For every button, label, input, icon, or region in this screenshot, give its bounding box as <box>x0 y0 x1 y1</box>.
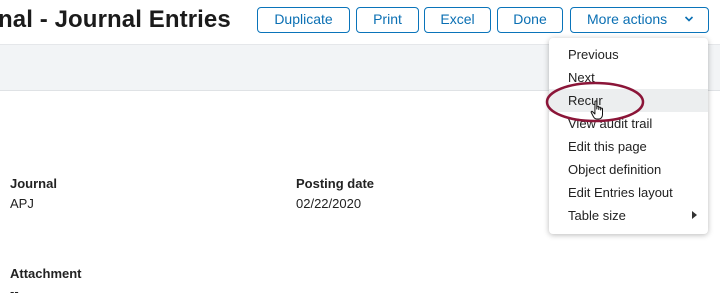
duplicate-button[interactable]: Duplicate <box>257 7 350 33</box>
menu-item-recur[interactable]: Recur <box>549 89 708 112</box>
menu-item-view-audit-trail[interactable]: View audit trail <box>549 112 708 135</box>
excel-button[interactable]: Excel <box>424 7 491 33</box>
posting-date-label: Posting date <box>296 176 375 191</box>
attachment-label: Attachment <box>10 266 82 281</box>
journal-label: Journal <box>10 176 57 191</box>
print-button[interactable]: Print <box>356 7 419 33</box>
more-actions-label: More actions <box>587 11 668 27</box>
more-actions-button[interactable]: More actions <box>570 7 709 33</box>
page-title: nal - Journal Entries <box>0 6 231 33</box>
menu-item-table-size[interactable]: Table size <box>549 204 708 227</box>
posting-date-value: 02/22/2020 <box>296 196 362 211</box>
done-button[interactable]: Done <box>497 7 563 33</box>
menu-item-table-size-label: Table size <box>568 208 626 223</box>
chevron-down-icon <box>684 16 694 22</box>
menu-item-next[interactable]: Next <box>549 66 708 89</box>
menu-item-previous[interactable]: Previous <box>549 43 708 66</box>
menu-item-edit-entries-layout[interactable]: Edit Entries layout <box>549 181 708 204</box>
more-actions-menu: Previous Next Recur View audit trail Edi… <box>549 38 708 234</box>
menu-item-edit-this-page[interactable]: Edit this page <box>549 135 708 158</box>
attachment-value: -- <box>10 284 19 299</box>
hand-pointer-icon <box>590 100 603 120</box>
caret-right-icon <box>692 211 697 219</box>
journal-value: APJ <box>10 196 34 211</box>
menu-item-object-definition[interactable]: Object definition <box>549 158 708 181</box>
